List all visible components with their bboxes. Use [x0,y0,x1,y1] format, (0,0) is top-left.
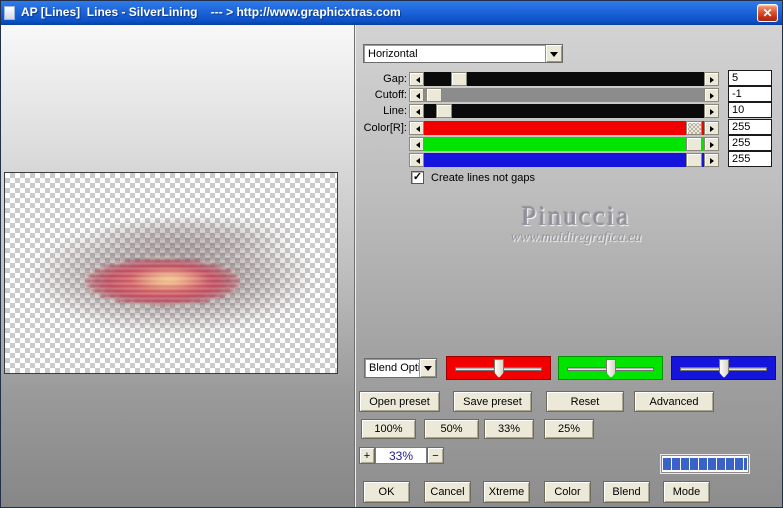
chevron-down-icon[interactable] [545,45,562,62]
arrow-right-icon[interactable] [704,72,719,86]
zoom-33-button[interactable]: 33% [484,419,534,439]
color-g-thumb[interactable] [686,137,702,151]
zoom-25-button[interactable]: 25% [544,419,594,439]
save-preset-button[interactable]: Save preset [453,391,532,412]
color-b-value-field[interactable]: 255 [728,151,772,167]
titlebar[interactable]: AP [Lines] Lines - SilverLining --- > ht… [1,1,782,25]
open-preset-button[interactable]: Open preset [359,391,440,412]
color-b-track[interactable] [424,153,704,167]
arrow-left-icon[interactable] [409,88,424,102]
arrow-left-icon[interactable] [409,104,424,118]
orientation-value: Horizontal [368,47,418,60]
cutoff-label: Cutoff: [374,89,407,101]
progress-segment [672,458,680,470]
progress-segment [735,458,743,470]
line-label: Line: [383,105,407,117]
blend-green-thumb[interactable] [606,359,616,378]
cancel-button[interactable]: Cancel [424,481,471,503]
arrow-right-icon[interactable] [704,104,719,118]
progress-segment [699,458,707,470]
progress-segment [681,458,689,470]
slider-row-line: Line: 10 [356,102,782,119]
progress-segment [708,458,716,470]
gap-label: Gap: [383,73,407,85]
color-g-value-field[interactable]: 255 [728,135,772,151]
color-r-thumb[interactable] [686,121,702,135]
chevron-down-icon[interactable] [419,359,436,377]
progress-bar [661,455,749,473]
blend-red-slider[interactable] [446,356,551,380]
progress-segment [663,458,671,470]
blend-blue-slider[interactable] [671,356,776,380]
preview-highlight [130,268,210,290]
arrow-left-icon[interactable] [409,72,424,86]
progress-segment [726,458,734,470]
line-value-field[interactable]: 10 [728,102,772,118]
watermark-name: Pinuccia [521,201,631,231]
arrow-right-icon[interactable] [704,121,719,135]
slider-row-color-blue: 255 [356,151,782,168]
blend-options-value: Blend Opti [369,362,419,374]
plugin-dialog: AP [Lines] Lines - SilverLining --- > ht… [0,0,783,508]
preview-blur-band [95,213,305,257]
line-thumb[interactable] [436,104,452,118]
progress-segment [717,458,725,470]
watermark-site: www.maidiregrafica.eu [510,230,642,245]
zoom-50-button[interactable]: 50% [424,419,479,439]
progress-segment [690,458,698,470]
progress-segment [744,458,747,470]
arrow-left-icon[interactable] [409,153,424,167]
slider-row-color-green: 255 [356,135,782,152]
arrow-right-icon[interactable] [704,88,719,102]
zoom-level-field[interactable]: 33% [375,447,427,464]
control-panel: Horizontal Gap: 5 Cutoff: -1 Line: 10 Co… [356,25,782,507]
app-icon [4,6,15,20]
close-button[interactable]: ✕ [757,4,778,22]
blend-red-thumb[interactable] [494,359,504,378]
blend-blue-thumb[interactable] [719,359,729,378]
slider-row-cutoff: Cutoff: -1 [356,86,782,103]
gap-value-field[interactable]: 5 [728,70,772,86]
mode-button[interactable]: Mode [663,481,710,503]
slider-row-color-red: Color[R]: 255 [356,119,782,136]
cutoff-value-field[interactable]: -1 [728,86,772,102]
checkmark-icon: ✓ [412,171,423,183]
cutoff-track[interactable] [424,88,704,102]
gap-thumb[interactable] [451,72,467,86]
image-preview[interactable] [4,172,338,374]
ok-button[interactable]: OK [363,481,410,503]
color-r-value-field[interactable]: 255 [728,119,772,135]
color-b-thumb[interactable] [686,153,702,167]
window-title: AP [Lines] Lines - SilverLining --- > ht… [21,5,401,19]
orientation-dropdown[interactable]: Horizontal [363,44,563,63]
create-lines-label: Create lines not gaps [431,172,535,184]
arrow-left-icon[interactable] [409,137,424,151]
reset-button[interactable]: Reset [546,391,624,412]
cutoff-thumb[interactable] [426,88,442,102]
blend-options-dropdown[interactable]: Blend Opti [364,358,437,378]
color-r-track[interactable] [424,121,704,135]
arrow-left-icon[interactable] [409,121,424,135]
arrow-right-icon[interactable] [704,153,719,167]
zoom-100-button[interactable]: 100% [361,419,416,439]
create-lines-checkbox[interactable]: ✓ [411,171,424,184]
zoom-out-button[interactable]: − [427,447,444,464]
arrow-right-icon[interactable] [704,137,719,151]
preview-canvas [1,25,355,507]
blend-button[interactable]: Blend [603,481,650,503]
gap-track[interactable] [424,72,704,86]
color-r-label: Color[R]: [363,122,407,134]
line-track[interactable] [424,104,704,118]
blend-green-slider[interactable] [558,356,663,380]
color-g-track[interactable] [424,137,704,151]
xtreme-button[interactable]: Xtreme [483,481,530,503]
close-icon: ✕ [762,6,773,20]
zoom-in-button[interactable]: + [359,447,375,464]
advanced-button[interactable]: Advanced [634,391,714,412]
slider-row-gap: Gap: 5 [356,70,782,87]
color-button[interactable]: Color [544,481,591,503]
